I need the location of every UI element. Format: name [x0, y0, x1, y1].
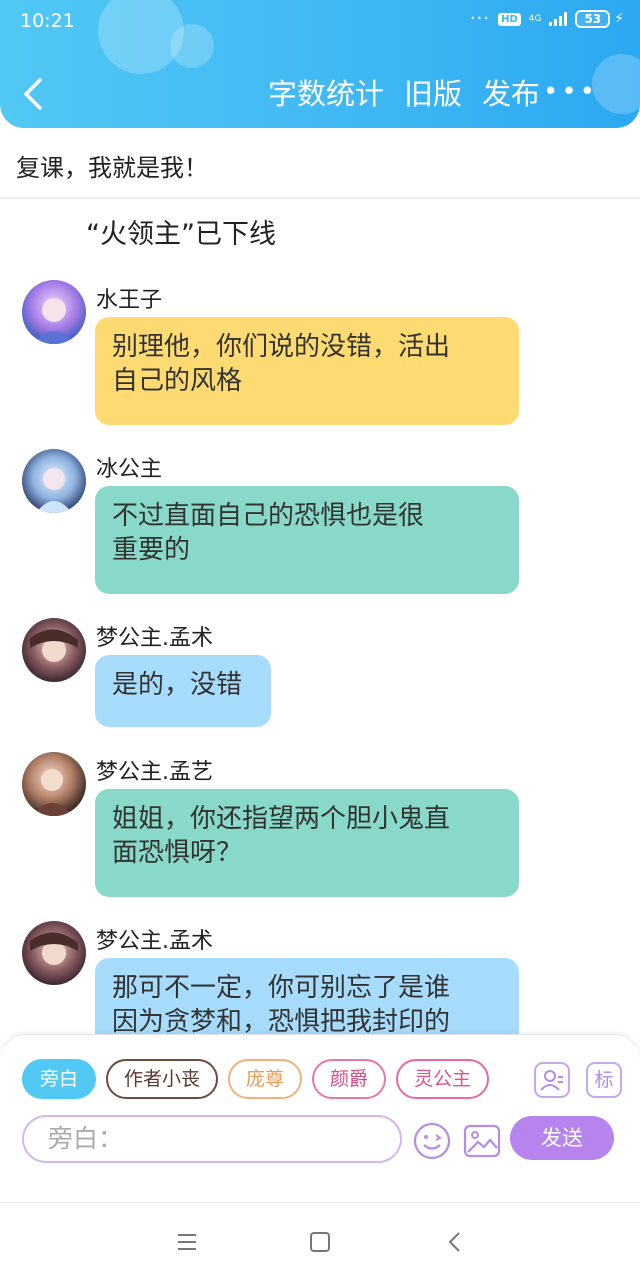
avatar[interactable]: [22, 921, 86, 985]
role-chip-yanjue[interactable]: 颜爵: [312, 1059, 387, 1099]
image-icon[interactable]: [462, 1121, 502, 1161]
status-time: 10:21: [20, 10, 75, 32]
sender-name: 水王子: [96, 288, 163, 313]
role-chip-author[interactable]: 作者小丧: [106, 1059, 219, 1099]
role-chip-narrator[interactable]: 旁白: [22, 1059, 97, 1099]
message-bubble: 姐姐，你还指望两个胆小鬼直 面恐惧呀？: [95, 789, 519, 897]
message-line: 自己的风格: [112, 366, 243, 396]
tag-button[interactable]: 标: [586, 1062, 622, 1098]
message-line: 面恐惧呀？: [112, 838, 243, 868]
message-bubble: 别理他，你们说的没错，活出 自己的风格: [95, 317, 519, 425]
decorative-bubble: [170, 24, 214, 68]
avatar[interactable]: [22, 449, 86, 513]
role-chip-lingongzhu[interactable]: 灵公主: [396, 1059, 490, 1099]
network-type: 4G: [528, 13, 542, 24]
message-line: 不过直面自己的恐惧也是很: [112, 501, 425, 531]
message-line: 是的，没错: [112, 670, 243, 700]
signal-icon: [549, 12, 568, 26]
back-nav-icon[interactable]: [440, 1227, 470, 1257]
status-icons: ··· HD 4G 53 ⚡: [470, 10, 624, 28]
hd-badge: HD: [498, 12, 521, 26]
old-version-button[interactable]: 旧版: [404, 74, 462, 114]
role-selector: 旁白 作者小丧 庞尊 颜爵 灵公主: [22, 1059, 516, 1103]
menu-icon[interactable]: [172, 1227, 202, 1257]
message-line: 别理他，你们说的没错，活出: [112, 332, 451, 362]
home-icon[interactable]: [305, 1227, 335, 1257]
header-actions: 字数统计 旧版 发布: [268, 74, 540, 114]
role-manage-icon[interactable]: [534, 1062, 570, 1098]
decorative-bubble: [592, 54, 640, 114]
publish-button[interactable]: 发布: [482, 74, 540, 114]
sender-name: 梦公主.孟艺: [96, 760, 213, 785]
avatar[interactable]: [22, 280, 86, 344]
message-line: 重要的: [112, 535, 191, 565]
battery-level: 53: [575, 10, 611, 28]
role-chip-pangzun[interactable]: 庞尊: [228, 1059, 303, 1099]
divider: [0, 197, 640, 199]
compose-panel: 旁白 作者小丧 庞尊 颜爵 灵公主 标 旁白： 发送: [0, 1034, 640, 1164]
more-options-icon[interactable]: •••: [543, 79, 598, 105]
send-button[interactable]: 发送: [510, 1116, 614, 1160]
sender-name: 梦公主.孟术: [96, 626, 213, 651]
system-navigation-bar: [0, 1202, 640, 1280]
avatar[interactable]: [22, 752, 86, 816]
message-bubble: 是的，没错: [95, 655, 271, 727]
app-header: 10:21 ··· HD 4G 53 ⚡ 字数统计 旧版 发布 •••: [0, 0, 640, 128]
notification-dots-icon: ···: [469, 8, 491, 29]
message-input[interactable]: 旁白：: [22, 1115, 402, 1163]
sender-name: 冰公主: [96, 457, 163, 482]
battery-icon: 53 ⚡: [575, 10, 624, 28]
narration-text: “火领主”已下线: [86, 219, 276, 250]
message-line: 那可不一定，你可别忘了是谁: [112, 973, 451, 1003]
sender-name: 梦公主.孟术: [96, 929, 213, 954]
avatar[interactable]: [22, 618, 86, 682]
person-icon: [540, 1070, 563, 1091]
emoji-icon[interactable]: [412, 1121, 452, 1161]
charging-icon: ⚡: [614, 11, 624, 27]
back-icon[interactable]: [20, 76, 48, 112]
word-count-button[interactable]: 字数统计: [268, 74, 384, 114]
page-title: 复课，我就是我！: [16, 154, 208, 182]
message-line: 姐姐，你还指望两个胆小鬼直: [112, 804, 451, 834]
message-bubble: 不过直面自己的恐惧也是很 重要的: [95, 486, 519, 594]
